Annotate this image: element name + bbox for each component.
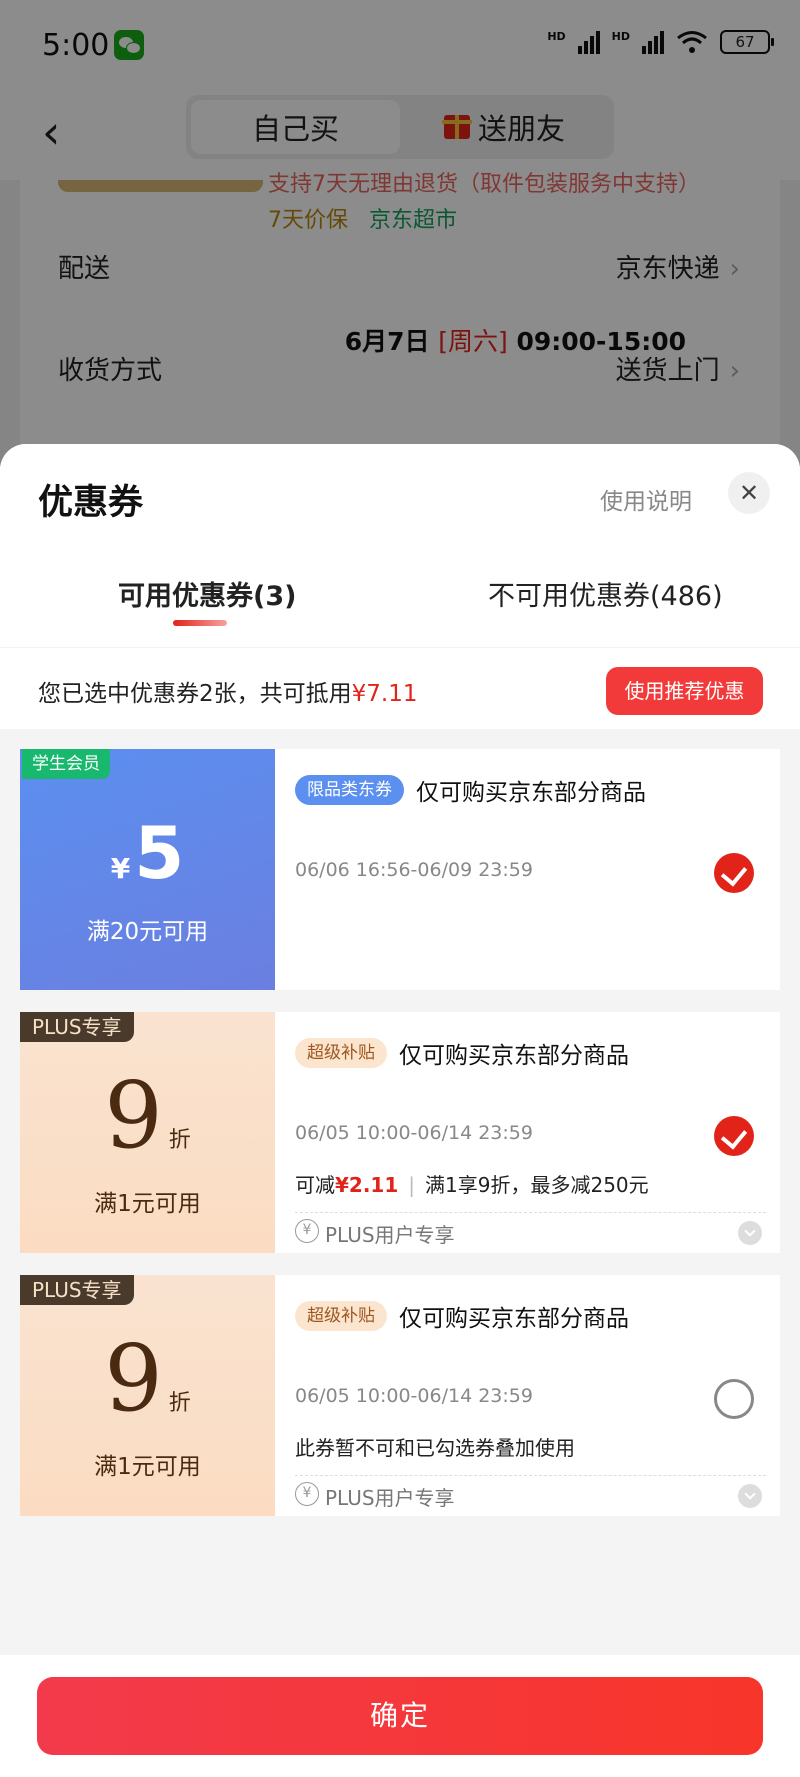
checkmark-icon[interactable]: [714, 1116, 754, 1156]
expand-icon[interactable]: [738, 1484, 762, 1508]
coupon-footer[interactable]: ¥ PLUS用户专享: [295, 1475, 766, 1513]
coupon-validity: 06/06 16:56-06/09 23:59: [295, 859, 533, 881]
usage-instructions-link[interactable]: 使用说明: [600, 482, 692, 516]
summary-text: 您已选中优惠券2张，共可抵用¥7.11: [38, 674, 418, 708]
summary-amount: ¥7.11: [351, 681, 418, 707]
coupon-header: 超级补贴 仅可购买京东部分商品: [295, 1299, 629, 1333]
coupon-title: 仅可购买京东部分商品: [399, 1043, 629, 1069]
tab-available-coupons[interactable]: 可用优惠券(3): [118, 574, 296, 613]
coupon-info: 限品类东券 仅可购买京东部分商品 06/06 16:56-06/09 23:59: [275, 749, 780, 990]
coupon-card[interactable]: 学生会员 ¥5 满20元可用 限品类东券 仅可购买京东部分商品 06/06 16…: [20, 749, 780, 990]
coupon-detail: 此券暂不可和已勾选券叠加使用: [295, 1436, 575, 1460]
coupon-list: 学生会员 ¥5 满20元可用 限品类东券 仅可购买京东部分商品 06/06 16…: [0, 729, 800, 1516]
coupon-type-tag: 限品类东券: [295, 775, 404, 805]
coupon-sheet: 优惠券 使用说明 ✕ 可用优惠券(3) 不可用优惠券(486) 您已选中优惠券2…: [0, 444, 800, 1777]
coupon-value-panel: 学生会员 ¥5 满20元可用: [20, 749, 275, 990]
coupon-amount-value: 5: [134, 811, 185, 895]
coupon-header: 限品类东券 仅可购买京东部分商品: [295, 773, 646, 807]
coupon-type-tag: 超级补贴: [295, 1038, 387, 1068]
summary-prefix: 您已选中优惠券2张，共可抵用: [38, 681, 352, 707]
plus-exclusive-note: PLUS用户专享: [325, 1486, 455, 1510]
coupon-card[interactable]: PLUS专享 9折 满1元可用 超级补贴 仅可购买京东部分商品 06/05 10…: [20, 1012, 780, 1253]
coupon-title: 仅可购买京东部分商品: [416, 780, 646, 806]
coupon-footer[interactable]: ¥ PLUS用户专享: [295, 1212, 766, 1250]
coupon-tabs: 可用优惠券(3) 不可用优惠券(486): [0, 574, 800, 634]
bottom-bar: 确定: [0, 1655, 800, 1777]
coupon-value-panel: PLUS专享 9折 满1元可用: [20, 1275, 275, 1516]
coupon-info: 超级补贴 仅可购买京东部分商品 06/05 10:00-06/14 23:59 …: [275, 1275, 780, 1516]
coupon-validity: 06/05 10:00-06/14 23:59: [295, 1385, 533, 1407]
active-tab-indicator: [173, 620, 227, 626]
unchecked-radio-icon[interactable]: [714, 1379, 754, 1419]
checkmark-icon[interactable]: [714, 853, 754, 893]
coupon-info: 超级补贴 仅可购买京东部分商品 06/05 10:00-06/14 23:59 …: [275, 1012, 780, 1253]
tab-unavailable-coupons[interactable]: 不可用优惠券(486): [488, 574, 723, 613]
coupon-discount-value: 9: [104, 1325, 163, 1432]
detail-separator: |: [408, 1173, 416, 1197]
detail-amount: ¥2.11: [335, 1173, 399, 1197]
discount-unit: 折: [168, 1128, 191, 1153]
selection-summary: 您已选中优惠券2张，共可抵用¥7.11 使用推荐优惠: [0, 647, 800, 729]
detail-rule: 满1享9折，最多减250元: [425, 1173, 649, 1197]
sheet-title: 优惠券: [38, 483, 144, 523]
use-recommended-button[interactable]: 使用推荐优惠: [606, 667, 763, 715]
coupon-header: 超级补贴 仅可购买京东部分商品: [295, 1036, 629, 1070]
plus-exclusive-badge: PLUS专享: [20, 1275, 134, 1305]
confirm-button[interactable]: 确定: [37, 1677, 763, 1755]
currency-symbol: ¥: [110, 852, 131, 885]
detail-prefix: 可减: [295, 1173, 335, 1197]
coupon-type-tag: 超级补贴: [295, 1301, 387, 1331]
coupon-discount: 9折: [20, 1062, 275, 1169]
sheet-header: 优惠券 使用说明 ✕ 可用优惠券(3) 不可用优惠券(486): [0, 444, 800, 647]
coupon-detail: 可减¥2.11 | 满1享9折，最多减250元: [295, 1169, 649, 1198]
plus-exclusive-badge: PLUS专享: [20, 1012, 134, 1042]
coupon-condition: 满1元可用: [94, 1191, 201, 1217]
expand-icon[interactable]: [738, 1221, 762, 1245]
coupon-title: 仅可购买京东部分商品: [399, 1306, 629, 1332]
yen-icon: ¥: [295, 1219, 319, 1243]
coupon-discount-value: 9: [104, 1062, 163, 1169]
coupon-condition: 满1元可用: [94, 1454, 201, 1480]
coupon-value-panel: PLUS专享 9折 满1元可用: [20, 1012, 275, 1253]
yen-icon: ¥: [295, 1482, 319, 1506]
coupon-amount: ¥5: [20, 811, 275, 895]
plus-exclusive-note: PLUS用户专享: [325, 1223, 455, 1247]
coupon-validity: 06/05 10:00-06/14 23:59: [295, 1122, 533, 1144]
coupon-condition: 满20元可用: [86, 919, 209, 945]
discount-unit: 折: [168, 1391, 191, 1416]
coupon-discount: 9折: [20, 1325, 275, 1432]
coupon-card[interactable]: PLUS专享 9折 满1元可用 超级补贴 仅可购买京东部分商品 06/05 10…: [20, 1275, 780, 1516]
close-icon[interactable]: ✕: [728, 472, 770, 514]
student-member-badge: 学生会员: [22, 749, 110, 779]
